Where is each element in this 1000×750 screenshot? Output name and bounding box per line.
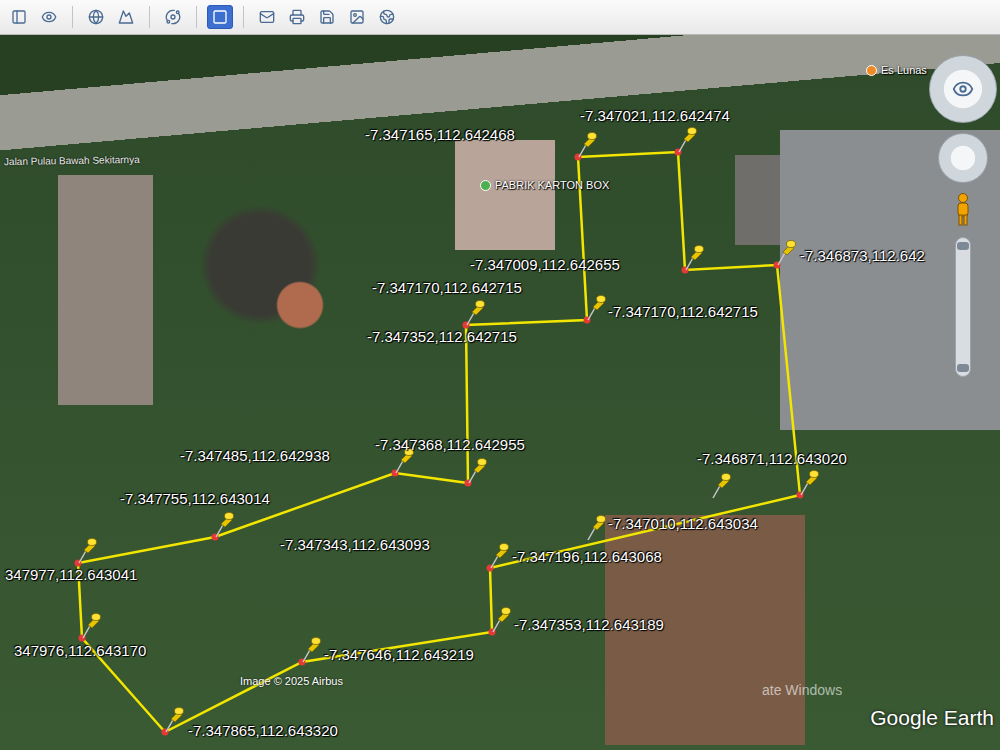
google-earth-window: Jalan Pulau Bawah Sekitarnya PABRIK KARTO… xyxy=(0,0,1000,750)
pin-label[interactable]: -7.347010,112.643034 xyxy=(608,515,758,533)
pin-label[interactable]: -7.347865,112.643320 xyxy=(188,722,338,740)
pushpin-icon[interactable] xyxy=(82,612,100,638)
pin-label[interactable]: -7.347196,112.643068 xyxy=(512,548,662,566)
pushpin-icon[interactable] xyxy=(777,239,795,265)
pushpin-icon[interactable] xyxy=(466,299,484,325)
place-label[interactable]: Es Lunas xyxy=(866,63,927,77)
pushpin-icon[interactable] xyxy=(490,542,508,568)
toolbar-button[interactable] xyxy=(160,5,186,29)
pushpin-icon[interactable] xyxy=(468,457,486,483)
pin-label[interactable]: 347977,112.643041 xyxy=(5,566,137,584)
toolbar-button[interactable] xyxy=(284,5,310,29)
pin-label[interactable]: -7.347009,112.642655 xyxy=(470,256,620,274)
pin-label[interactable]: -7.347646,112.643219 xyxy=(324,646,474,664)
terrain-icon xyxy=(118,9,134,25)
place-label[interactable]: PABRIK KARTON BOX xyxy=(480,178,609,192)
toolbar-separator xyxy=(196,6,197,28)
pin-label[interactable]: -7.346871,112.643020 xyxy=(697,450,847,468)
pushpin-icon[interactable] xyxy=(78,537,96,563)
pin-label[interactable]: -7.347485,112.642938 xyxy=(180,447,330,465)
panel-icon xyxy=(212,9,228,25)
pin-label[interactable]: -7.347170,112.642715 xyxy=(608,303,758,321)
toolbar xyxy=(0,0,1000,35)
pushpin-icon[interactable] xyxy=(587,294,605,320)
pin-label[interactable]: -7.347170,112.642715 xyxy=(372,279,522,297)
place-icon xyxy=(866,65,877,76)
planets-icon xyxy=(165,9,181,25)
toolbar-separator xyxy=(243,6,244,28)
pin-label[interactable]: -7.347343,112.643093 xyxy=(280,536,430,554)
navigation-controls xyxy=(928,55,998,377)
zoom-slider[interactable] xyxy=(955,237,971,377)
print-icon xyxy=(289,9,305,25)
pushpin-icon[interactable] xyxy=(587,514,605,540)
place-icon xyxy=(480,180,491,191)
pin-label[interactable]: -7.347021,112.642474 xyxy=(580,107,730,125)
zoom-out-knob[interactable] xyxy=(957,364,969,372)
toolbar-button[interactable] xyxy=(344,5,370,29)
activation-watermark: ate Windows xyxy=(762,682,842,698)
toolbar-button[interactable] xyxy=(314,5,340,29)
look-control[interactable] xyxy=(929,55,997,123)
pushpin-icon[interactable] xyxy=(578,131,596,157)
toolbar-button[interactable] xyxy=(374,5,400,29)
pin-label[interactable]: -7.347368,112.642955 xyxy=(375,436,525,454)
toolbar-separator xyxy=(72,6,73,28)
save-icon xyxy=(319,9,335,25)
sidebar-icon xyxy=(11,9,27,25)
pin-label[interactable]: -7.347352,112.642715 xyxy=(367,328,517,346)
pushpin-icon[interactable] xyxy=(712,472,730,498)
google-earth-logo: Google Earth xyxy=(870,706,994,730)
toolbar-button[interactable] xyxy=(113,5,139,29)
toolbar-button[interactable] xyxy=(6,5,32,29)
globe-icon xyxy=(379,9,395,25)
toolbar-button[interactable] xyxy=(254,5,280,29)
toolbar-button[interactable] xyxy=(207,5,233,29)
zoom-in-knob[interactable] xyxy=(957,242,969,250)
pushpin-icon[interactable] xyxy=(685,244,703,270)
move-control[interactable] xyxy=(938,133,988,183)
pushpin-icon[interactable] xyxy=(165,706,183,732)
pushpin-icon[interactable] xyxy=(302,636,320,662)
toolbar-button[interactable] xyxy=(83,5,109,29)
image-attribution: Image © 2025 Airbus xyxy=(240,675,343,687)
pin-label[interactable]: 347976,112.643170 xyxy=(14,642,146,660)
pin-label[interactable]: -7.347353,112.643189 xyxy=(514,616,664,634)
image-icon xyxy=(349,9,365,25)
tour-icon xyxy=(41,9,57,25)
email-icon xyxy=(259,9,275,25)
pushpin-icon[interactable] xyxy=(492,606,510,632)
pushpin-icon[interactable] xyxy=(678,126,696,152)
pushpin-icon[interactable] xyxy=(800,469,818,495)
earth-icon xyxy=(88,9,104,25)
eye-icon xyxy=(952,78,974,100)
pin-label[interactable]: -7.347755,112.643014 xyxy=(120,490,270,508)
toolbar-separator xyxy=(149,6,150,28)
pushpin-icon[interactable] xyxy=(215,511,233,537)
satellite-map[interactable]: Jalan Pulau Bawah Sekitarnya PABRIK KARTO… xyxy=(0,35,1000,750)
road-label: Jalan Pulau Bawah Sekitarnya xyxy=(4,154,140,167)
pin-label[interactable]: -7.347165,112.642468 xyxy=(365,126,515,144)
toolbar-button[interactable] xyxy=(36,5,62,29)
pegman-icon[interactable] xyxy=(955,193,971,227)
pin-label[interactable]: -7.346873,112.642 xyxy=(800,247,925,265)
